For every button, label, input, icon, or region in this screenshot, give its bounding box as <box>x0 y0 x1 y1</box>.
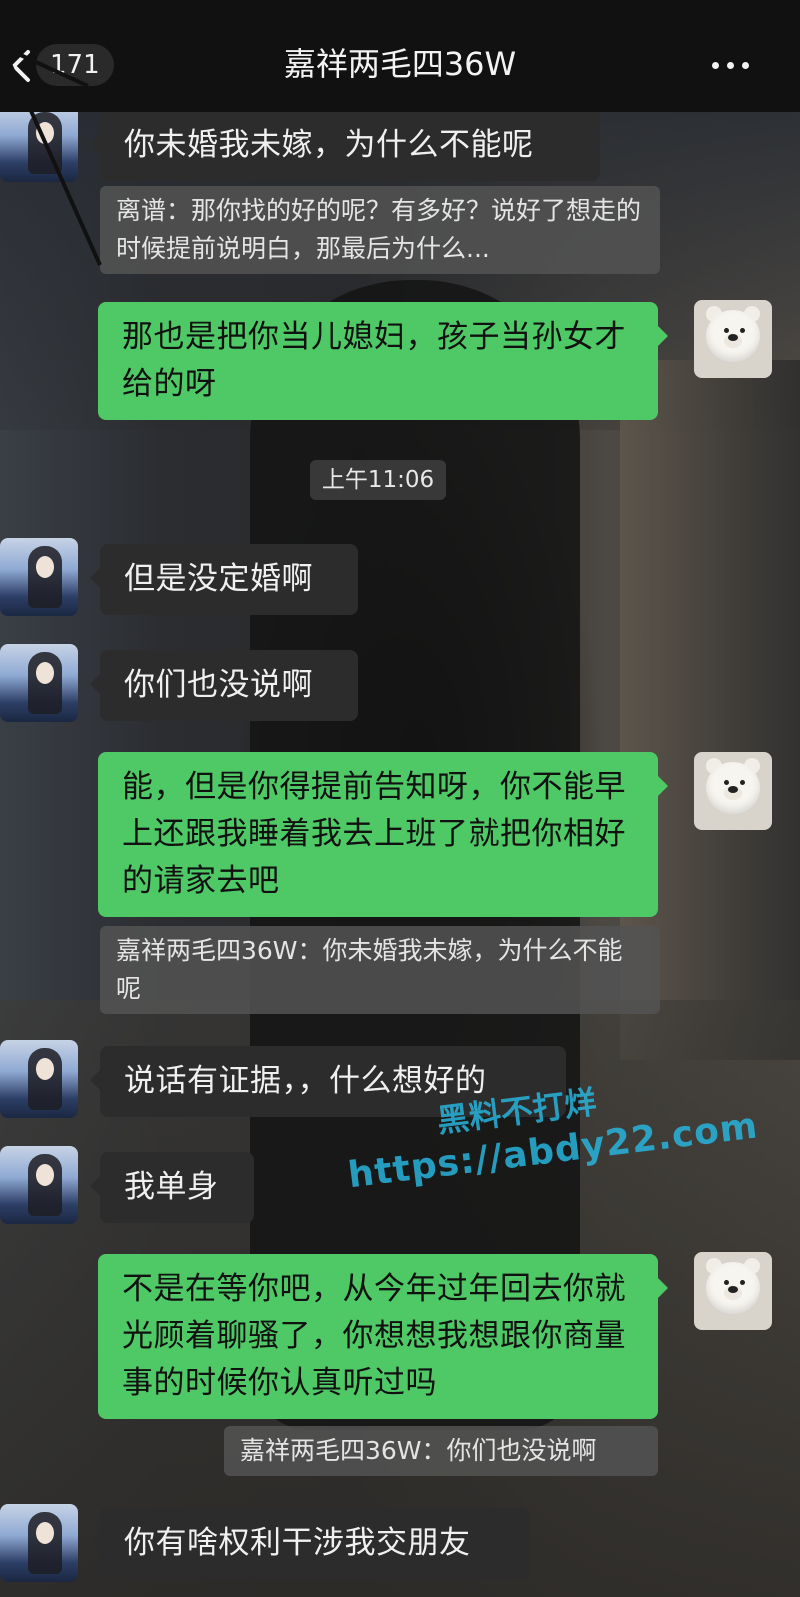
message-text: 能，但是你得提前告知呀，你不能早上还跟我睡着我去上班了就把你相好的请家去吧 <box>122 769 626 899</box>
message-text: 你未婚我未嫁，为什么不能呢 <box>124 127 534 163</box>
chat-header: 171 嘉祥两毛四36W <box>0 0 800 112</box>
quote-text: 嘉祥两毛四36W：你们也没说啊 <box>240 1436 597 1465</box>
incoming-message[interactable]: 你有啥权利干涉我交朋友 <box>90 1508 530 1579</box>
message-text: 说话有证据，，什么想好的 <box>124 1063 487 1099</box>
my-avatar[interactable] <box>694 300 772 378</box>
quote-text: 离谱：那你找的好的呢？有多好？说好了想走的时候提前说明白，那最后为什么... <box>116 196 642 263</box>
more-options-button[interactable] <box>706 44 756 84</box>
incoming-message[interactable]: 说话有证据，，什么想好的 <box>90 1046 566 1117</box>
incoming-message[interactable]: 但是没定婚啊 <box>90 544 358 615</box>
contact-avatar[interactable] <box>0 1040 78 1118</box>
chat-title: 嘉祥两毛四36W <box>283 45 517 83</box>
more-dots-icon <box>712 62 719 69</box>
quote-text: 嘉祥两毛四36W：你未婚我未嫁，为什么不能呢 <box>116 936 623 1003</box>
contact-avatar[interactable] <box>0 538 78 616</box>
incoming-message[interactable]: 你们也没说啊 <box>90 650 358 721</box>
message-list[interactable]: 你未婚我未嫁，为什么不能呢 离谱：那你找的好的呢？有多好？说好了想走的时候提前说… <box>0 0 800 1597</box>
message-text: 不是在等你吧，从今年过年回去你就光顾着聊骚了，你想想我想跟你商量事的时候你认真听… <box>122 1271 626 1401</box>
quoted-message[interactable]: 嘉祥两毛四36W：你们也没说啊 <box>224 1426 658 1476</box>
quoted-message[interactable]: 离谱：那你找的好的呢？有多好？说好了想走的时候提前说明白，那最后为什么... <box>100 186 660 274</box>
outgoing-message[interactable]: 不是在等你吧，从今年过年回去你就光顾着聊骚了，你想想我想跟你商量事的时候你认真听… <box>98 1254 668 1419</box>
message-text: 但是没定婚啊 <box>124 561 313 597</box>
contact-avatar[interactable] <box>0 644 78 722</box>
outgoing-message[interactable]: 那也是把你当儿媳妇，孩子当孙女才给的呀 <box>98 302 668 420</box>
my-avatar[interactable] <box>694 1252 772 1330</box>
message-text: 你们也没说啊 <box>124 667 313 703</box>
contact-avatar[interactable] <box>0 104 78 182</box>
my-avatar[interactable] <box>694 752 772 830</box>
time-divider: 上午11:06 <box>310 460 446 500</box>
contact-avatar[interactable] <box>0 1504 78 1582</box>
incoming-message[interactable]: 你未婚我未嫁，为什么不能呢 <box>90 110 600 181</box>
outgoing-message[interactable]: 能，但是你得提前告知呀，你不能早上还跟我睡着我去上班了就把你相好的请家去吧 <box>98 752 668 917</box>
contact-avatar[interactable] <box>0 1146 78 1224</box>
message-text: 你有啥权利干涉我交朋友 <box>124 1525 471 1561</box>
quoted-message[interactable]: 嘉祥两毛四36W：你未婚我未嫁，为什么不能呢 <box>100 926 660 1014</box>
unread-count-badge[interactable]: 171 <box>36 44 114 86</box>
incoming-message[interactable]: 我单身 <box>90 1152 254 1223</box>
message-text: 我单身 <box>124 1169 219 1205</box>
message-text: 那也是把你当儿媳妇，孩子当孙女才给的呀 <box>122 319 626 402</box>
